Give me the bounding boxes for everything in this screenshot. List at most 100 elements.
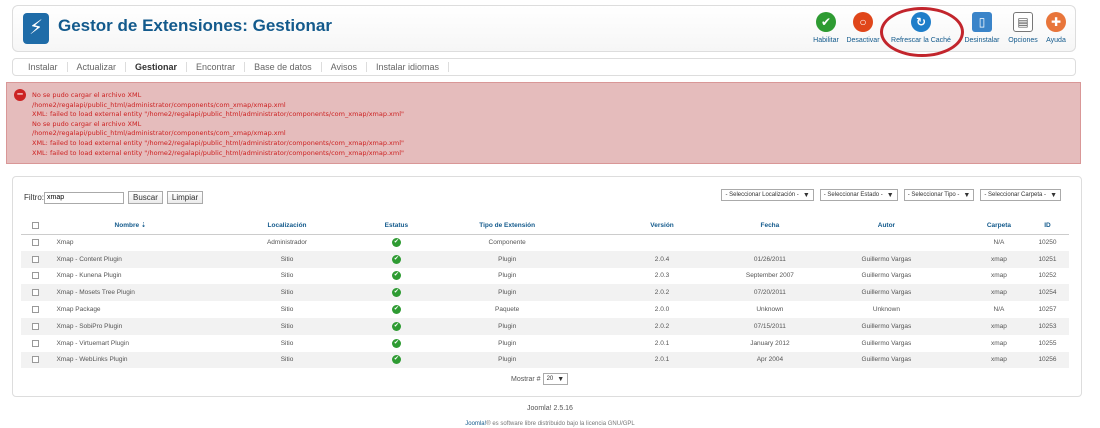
table-cell[interactable]: Xmap - Mosets Tree Plugin bbox=[50, 284, 211, 302]
submenu-item-base-de-datos[interactable]: Base de datos bbox=[245, 62, 322, 72]
submenu-item-encontrar[interactable]: Encontrar bbox=[187, 62, 246, 72]
column-header-1[interactable]: Localización bbox=[210, 217, 364, 235]
row-checkbox-cell bbox=[21, 317, 51, 335]
column-header-2[interactable]: Estatus bbox=[363, 217, 430, 235]
table-cell: 10254 bbox=[1025, 284, 1069, 302]
status-enabled-icon[interactable]: ✔ bbox=[391, 338, 401, 348]
column-header-0[interactable]: Nombre ⇣ bbox=[50, 217, 211, 235]
disable-icon: ○ bbox=[853, 12, 873, 32]
table-cell: 2.0.3 bbox=[654, 272, 670, 280]
submenu: Instalar Actualizar Gestionar Encontrar Base… bbox=[12, 58, 1076, 76]
table-cell: ✔ bbox=[364, 335, 430, 352]
clear-button[interactable]: Limpiar bbox=[166, 191, 204, 204]
row-checkbox[interactable] bbox=[32, 339, 40, 347]
table-cell[interactable]: Xmap - SobiPro Plugin bbox=[50, 317, 211, 335]
status-enabled-icon[interactable]: ✔ bbox=[391, 254, 401, 264]
table-cell[interactable]: Xmap - Kunena Plugin bbox=[50, 268, 210, 285]
row-checkbox-cell bbox=[21, 301, 50, 318]
table-cell: ✔ bbox=[363, 317, 430, 335]
toolbar-button-options[interactable]: ▤ Opciones bbox=[1005, 9, 1041, 49]
status-enabled-icon[interactable]: ✔ bbox=[391, 355, 401, 365]
status-enabled-icon[interactable]: ✔ bbox=[391, 321, 401, 331]
column-header-4[interactable]: Versión bbox=[585, 217, 739, 235]
table-cell: 2.0.0 bbox=[654, 306, 670, 314]
toolbar-button-label: Desactivar bbox=[846, 37, 880, 44]
table-cell[interactable]: Xmap - Content Plugin bbox=[50, 250, 211, 268]
row-checkbox-cell bbox=[21, 351, 51, 369]
page-title: Gestor de Extensiones: Gestionar bbox=[58, 16, 332, 35]
status-enabled-icon[interactable]: ✔ bbox=[391, 238, 401, 248]
submenu-item-instalar[interactable]: Instalar bbox=[19, 62, 68, 72]
table-cell: Unknown bbox=[756, 306, 784, 314]
filter-select-1[interactable]: - Seleccionar Estado - ▼ bbox=[819, 189, 898, 201]
status-enabled-icon[interactable]: ✔ bbox=[391, 288, 401, 298]
table-cell: xmap bbox=[971, 351, 1026, 369]
table-cell[interactable]: Xmap - WebLinks Plugin bbox=[50, 351, 211, 369]
table-cell: Unknown bbox=[872, 306, 900, 314]
row-checkbox[interactable] bbox=[32, 272, 40, 280]
error-line: XML: failed to load external entity "/ho… bbox=[32, 148, 405, 157]
status-enabled-icon[interactable]: ✔ bbox=[391, 305, 401, 315]
filter-select-2[interactable]: - Seleccionar Tipo - ▼ bbox=[903, 189, 975, 201]
table-body: Xmap Administrador ✔ Componente N/A 10250 Xmap… bbox=[21, 234, 1069, 369]
column-header-7[interactable]: Carpeta bbox=[971, 217, 1026, 235]
pager-select[interactable]: 20 ▼ bbox=[542, 373, 569, 385]
table-cell: Sitio bbox=[280, 272, 294, 280]
table-cell[interactable]: Xmap bbox=[50, 234, 210, 251]
column-header-label: Fecha bbox=[760, 221, 780, 229]
column-header-5[interactable]: Fecha bbox=[738, 217, 801, 235]
footer-license: Joomla!® es software libre distribuido b… bbox=[0, 421, 1100, 427]
table-cell: Plugin bbox=[429, 250, 586, 268]
filter-select-3[interactable]: - Seleccionar Carpeta - ▼ bbox=[980, 189, 1061, 201]
table-cell: 10257 bbox=[1038, 306, 1057, 314]
row-checkbox[interactable] bbox=[32, 322, 40, 330]
table-row: Xmap - Mosets Tree Plugin Sitio ✔ Plugin 2.0… bbox=[21, 284, 1069, 302]
toolbar-button-trash[interactable]: ▯ Desinstalar bbox=[959, 9, 1005, 49]
status-enabled-icon[interactable]: ✔ bbox=[391, 271, 401, 281]
row-checkbox[interactable] bbox=[32, 305, 40, 313]
extensions-table: Nombre ⇣ Localización Estatus Tipo de Exten… bbox=[21, 217, 1069, 369]
toolbar-button-help[interactable]: ✚ Ayuda bbox=[1041, 9, 1071, 49]
table-cell[interactable]: Xmap Package bbox=[50, 301, 210, 318]
submenu-item-actualizar[interactable]: Actualizar bbox=[68, 62, 127, 72]
toolbar-button-disable[interactable]: ○ Desactivar bbox=[843, 9, 883, 49]
filter-selects: - Seleccionar Localización - ▼ - Seleccion… bbox=[715, 189, 1061, 201]
row-checkbox[interactable] bbox=[32, 239, 40, 247]
submenu-item-avisos[interactable]: Avisos bbox=[322, 62, 367, 72]
column-header-6[interactable]: Autor bbox=[800, 217, 972, 235]
table-cell: Guillermo Vargas bbox=[800, 284, 972, 302]
table-cell: Sitio bbox=[280, 306, 294, 314]
column-header-8[interactable]: ID bbox=[1025, 217, 1069, 235]
table-row: Xmap - Kunena Plugin Sitio ✔ Plugin 2.0.3 Sep… bbox=[21, 268, 1069, 285]
toolbar-button-label: Opciones bbox=[1008, 37, 1038, 44]
toolbar-button-enable[interactable]: ✔ Habilitar bbox=[809, 9, 843, 49]
submenu-item-instalar-idiomas[interactable]: Instalar idiomas bbox=[367, 62, 450, 72]
table-cell: Plugin bbox=[429, 317, 586, 335]
table-cell: 01/26/2011 bbox=[738, 250, 801, 268]
filter-input[interactable] bbox=[44, 191, 124, 204]
chevron-down-icon: ▼ bbox=[963, 191, 971, 199]
row-checkbox[interactable] bbox=[32, 255, 40, 263]
column-header-label: Localización bbox=[267, 221, 307, 229]
table-cell: Sitio bbox=[210, 250, 364, 268]
submenu-item-gestionar[interactable]: Gestionar bbox=[126, 62, 188, 72]
error-line: No se pudo cargar el archivo XML bbox=[32, 119, 142, 128]
error-message-box: – No se pudo cargar el archivo XML/home2… bbox=[6, 82, 1081, 164]
table-cell bbox=[739, 234, 801, 251]
table-cell: Plugin bbox=[429, 284, 586, 302]
column-header-label: Nombre bbox=[114, 222, 140, 230]
trash-icon: ▯ bbox=[972, 12, 992, 32]
select-all-checkbox[interactable] bbox=[32, 221, 40, 229]
row-checkbox[interactable] bbox=[32, 356, 40, 364]
row-checkbox[interactable] bbox=[32, 289, 40, 297]
table-cell: 07/20/2011 bbox=[738, 284, 801, 302]
table-cell: N/A bbox=[993, 239, 1005, 247]
table-row: Xmap - WebLinks Plugin Sitio ✔ Plugin 2.0.1 A… bbox=[21, 351, 1069, 369]
joomla-link[interactable]: Joomla! bbox=[465, 421, 486, 427]
table-cell: 2.0.2 bbox=[585, 317, 739, 335]
search-button[interactable]: Buscar bbox=[128, 191, 163, 204]
table-cell[interactable]: Xmap - Virtuemart Plugin bbox=[50, 335, 210, 352]
column-header-3[interactable]: Tipo de Extensión bbox=[429, 217, 586, 235]
filter-select-0[interactable]: - Seleccionar Localización - ▼ bbox=[721, 189, 814, 201]
enable-icon: ✔ bbox=[816, 12, 836, 32]
